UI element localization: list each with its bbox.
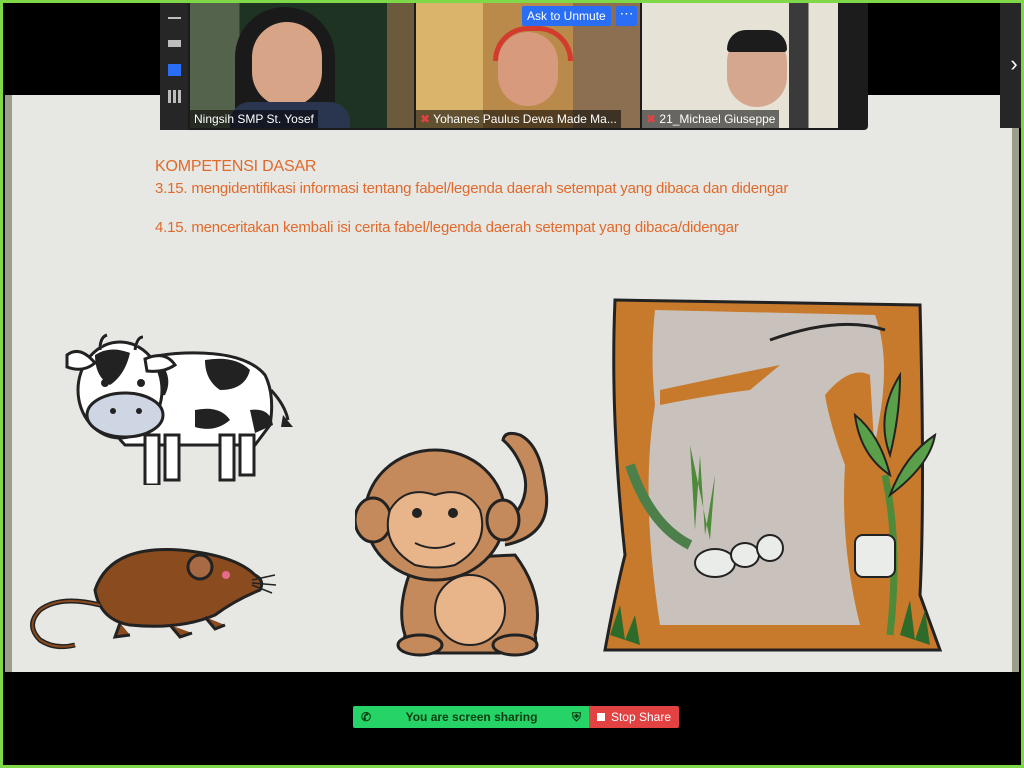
shield-icon: ⛨	[571, 709, 581, 724]
participant-tile-host[interactable]: Ningsih SMP St. Yosef	[190, 2, 414, 128]
stop-share-button[interactable]: Stop Share	[589, 706, 679, 728]
more-options-button[interactable]: ⋯	[616, 6, 637, 26]
cow-illustration	[65, 333, 293, 485]
gallery-grid-icon[interactable]	[168, 90, 181, 103]
minimize-icon[interactable]	[168, 17, 181, 19]
rat-illustration	[30, 548, 277, 650]
single-speaker-icon[interactable]	[168, 40, 181, 47]
strip-view-icon[interactable]	[168, 64, 181, 76]
competency-line-2: 4.15. menceritakan kembali isi cerita fa…	[155, 219, 739, 236]
participant-name: ✖ Yohanes Paulus Dewa Made Ma...	[416, 110, 621, 128]
muted-mic-icon: ✖	[646, 112, 660, 126]
screen-share-control: ✆ You are screen sharing ⛨ Stop Share	[353, 706, 679, 728]
stop-share-label: Stop Share	[610, 710, 672, 724]
forest-illustration	[603, 298, 943, 652]
competency-text-block: KOMPETENSI DASAR 3.15. mengidentifikasi …	[155, 158, 788, 236]
video-layout-toolbar	[160, 0, 188, 130]
stop-icon	[596, 713, 605, 721]
shared-slide: KOMPETENSI DASAR 3.15. mengidentifikasi …	[5, 95, 1019, 672]
participant-name: Ningsih SMP St. Yosef	[190, 110, 318, 128]
monkey-illustration	[355, 431, 549, 657]
slide-left-edge	[5, 95, 12, 672]
participant-video-strip: Ningsih SMP St. Yosef ✖ Yohanes Paulus D…	[160, 0, 1024, 130]
competency-line-1: 3.15. mengidentifikasi informasi tentang…	[155, 180, 789, 197]
screen-sharing-status[interactable]: ✆ You are screen sharing ⛨	[353, 706, 589, 728]
participant-tile-3[interactable]: ✖ 21_Michael Giuseppe	[642, 2, 838, 128]
screen-sharing-label: You are screen sharing	[405, 710, 538, 724]
muted-mic-icon: ✖	[420, 112, 434, 126]
phone-icon: ✆	[361, 710, 372, 724]
slide-right-edge	[1012, 95, 1019, 672]
next-page-button[interactable]: ›	[1000, 0, 1024, 128]
participant-name: ✖ 21_Michael Giuseppe	[642, 110, 780, 128]
slide-title: KOMPETENSI DASAR	[155, 158, 317, 175]
ask-to-unmute-button[interactable]: Ask to Unmute	[522, 6, 611, 26]
